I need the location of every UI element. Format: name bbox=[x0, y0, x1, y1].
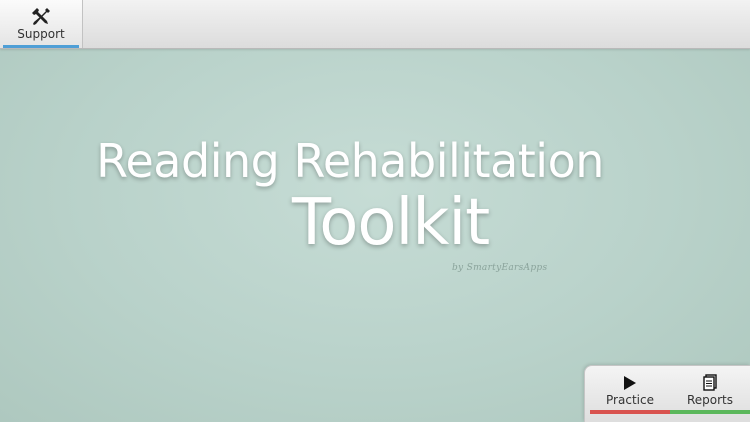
bottom-action-panel: Practice Reports bbox=[584, 365, 750, 422]
practice-accent-bar bbox=[590, 410, 670, 414]
support-label: Support bbox=[17, 27, 65, 41]
play-icon bbox=[624, 376, 636, 390]
practice-button[interactable]: Practice bbox=[590, 366, 670, 422]
reports-label: Reports bbox=[686, 393, 734, 407]
support-button[interactable]: Support bbox=[0, 0, 83, 48]
support-underline bbox=[3, 45, 79, 48]
developer-byline: by SmartyEarsApps bbox=[452, 263, 548, 273]
app-subtitle: Toolkit bbox=[292, 186, 490, 260]
app-title: Reading Rehabilitation bbox=[96, 134, 604, 188]
practice-label: Practice bbox=[606, 393, 654, 407]
reports-accent-bar bbox=[670, 410, 750, 414]
document-icon bbox=[703, 374, 717, 391]
splash-screen: Support Reading Rehabilitation Toolkit b… bbox=[0, 0, 750, 422]
reports-button[interactable]: Reports bbox=[670, 366, 750, 422]
top-toolbar: Support bbox=[0, 0, 750, 49]
tools-icon bbox=[32, 8, 50, 25]
